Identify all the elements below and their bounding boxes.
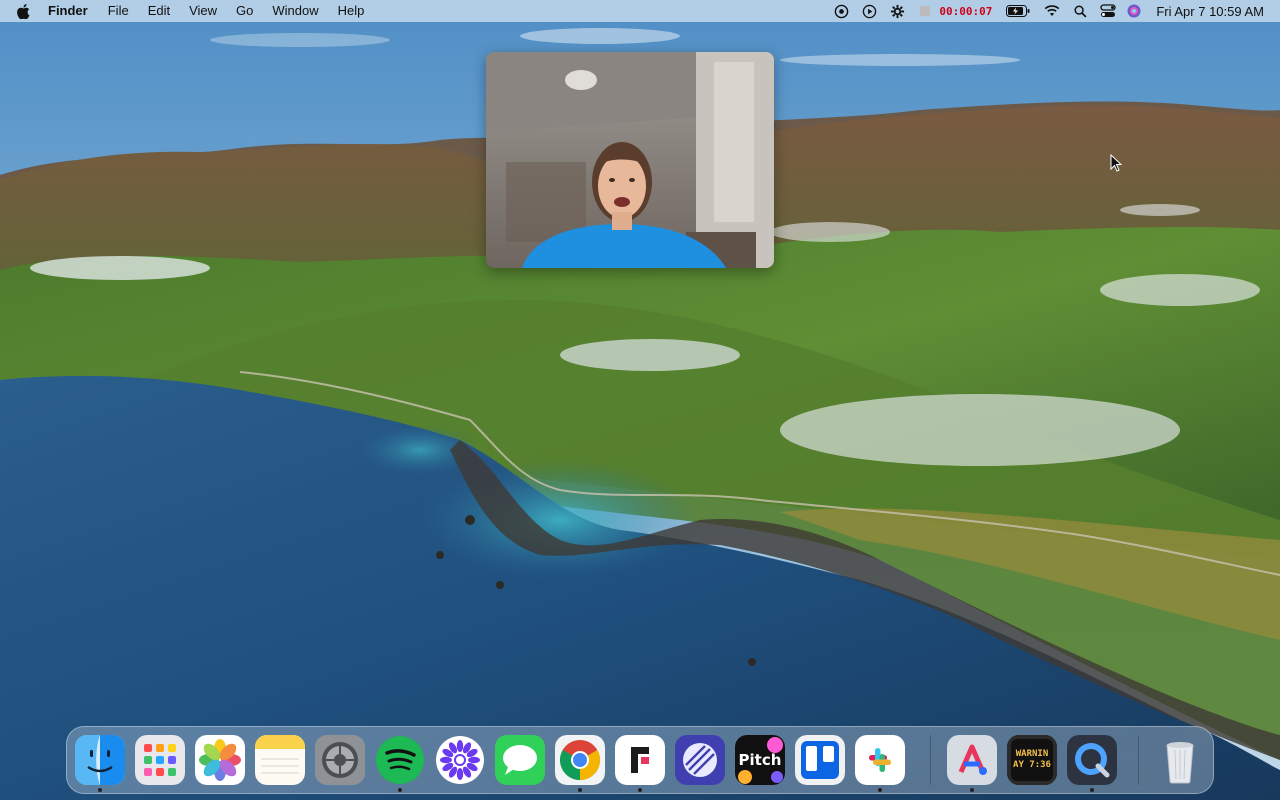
running-indicator <box>578 788 582 792</box>
dock-trash[interactable] <box>1155 735 1205 785</box>
menu-view[interactable]: View <box>189 0 217 22</box>
running-indicator <box>638 788 642 792</box>
apple-menu-icon[interactable] <box>14 0 32 22</box>
dock-trello[interactable] <box>795 735 845 785</box>
screen-share-icon[interactable] <box>833 3 849 19</box>
launchpad-icon <box>135 735 185 785</box>
notes-icon <box>255 735 305 785</box>
dock-notes[interactable] <box>255 735 305 785</box>
dock: Pitch WARNIN AY 7:36 <box>66 726 1214 794</box>
running-indicator <box>398 788 402 792</box>
menu-file[interactable]: File <box>108 0 129 22</box>
slack-icon <box>855 735 905 785</box>
dock-fathom[interactable] <box>615 735 665 785</box>
dock-launchpad[interactable] <box>135 735 185 785</box>
chrome-icon <box>555 735 605 785</box>
gear-icon[interactable] <box>889 3 905 19</box>
linear-icon <box>675 735 725 785</box>
photos-icon <box>195 735 245 785</box>
trash-icon <box>1166 742 1194 784</box>
play-icon[interactable] <box>861 3 877 19</box>
menu-window[interactable]: Window <box>272 0 318 22</box>
menubar-clock[interactable]: Fri Apr 7 10:59 AM <box>1156 4 1264 19</box>
running-indicator <box>1090 788 1094 792</box>
perplexity-icon <box>436 736 484 784</box>
dock-spotify[interactable] <box>375 735 425 785</box>
menu-go[interactable]: Go <box>236 0 253 22</box>
dock-perplexity[interactable] <box>435 735 485 785</box>
menu-app-name[interactable]: Finder <box>48 0 88 22</box>
running-indicator <box>878 788 882 792</box>
trello-icon <box>795 735 845 785</box>
console-warning-text: WARNIN AY 7:36 <box>1013 749 1051 770</box>
app-icon <box>947 735 997 785</box>
siri-icon[interactable] <box>1126 3 1142 19</box>
menu-edit[interactable]: Edit <box>148 0 170 22</box>
dock-photos[interactable] <box>195 735 245 785</box>
dock-chrome[interactable] <box>555 735 605 785</box>
finder-icon <box>75 735 125 785</box>
dock-separator <box>930 735 931 785</box>
webcam-video-feed <box>486 52 774 268</box>
pitch-label: Pitch <box>738 751 782 769</box>
menu-bar: Finder File Edit View Go Window Help 00:… <box>0 0 1280 22</box>
camera-overlay[interactable] <box>486 52 774 268</box>
quicktime-icon <box>1067 735 1117 785</box>
battery-icon[interactable] <box>1006 3 1030 19</box>
menu-help[interactable]: Help <box>338 0 365 22</box>
fathom-icon <box>615 735 665 785</box>
dock-separator <box>1138 735 1139 785</box>
dock-system-preferences[interactable] <box>315 735 365 785</box>
dock-app[interactable] <box>947 735 997 785</box>
wifi-icon[interactable] <box>1044 3 1060 19</box>
messages-icon <box>495 735 545 785</box>
dock-slack[interactable] <box>855 735 905 785</box>
dock-finder[interactable] <box>75 735 125 785</box>
recording-timer: 00:00:07 <box>939 4 993 18</box>
stop-recording-icon[interactable] <box>917 3 933 19</box>
dock-quicktime[interactable] <box>1067 735 1117 785</box>
running-indicator <box>970 788 974 792</box>
mouse-cursor <box>1110 154 1122 172</box>
dock-linear[interactable] <box>675 735 725 785</box>
dock-messages[interactable] <box>495 735 545 785</box>
search-icon[interactable] <box>1072 3 1088 19</box>
running-indicator <box>98 788 102 792</box>
dock-console[interactable]: WARNIN AY 7:36 <box>1007 735 1057 785</box>
dock-pitch[interactable]: Pitch <box>735 735 785 785</box>
control-center-icon[interactable] <box>1100 3 1116 19</box>
spotify-icon <box>376 736 424 784</box>
system-preferences-icon <box>315 735 365 785</box>
